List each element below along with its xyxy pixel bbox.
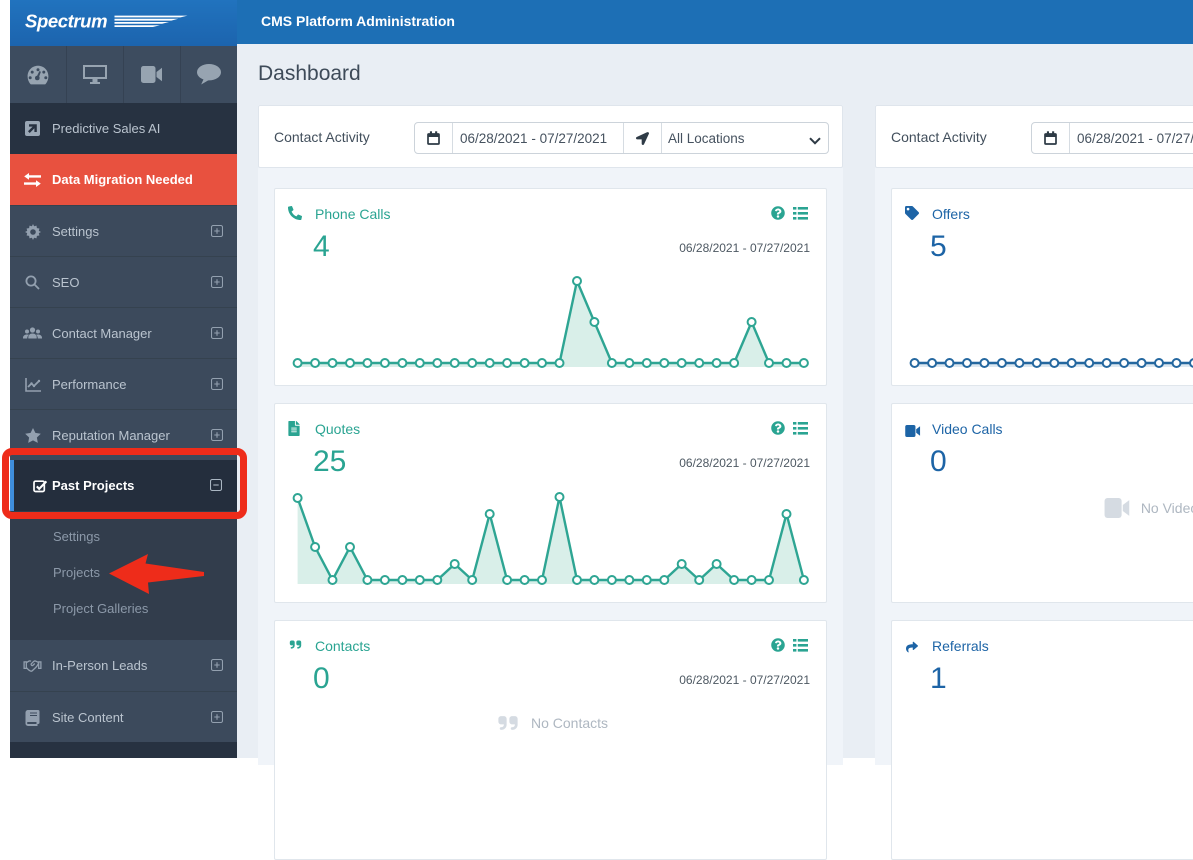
svg-text:Spectrum: Spectrum (25, 11, 107, 32)
